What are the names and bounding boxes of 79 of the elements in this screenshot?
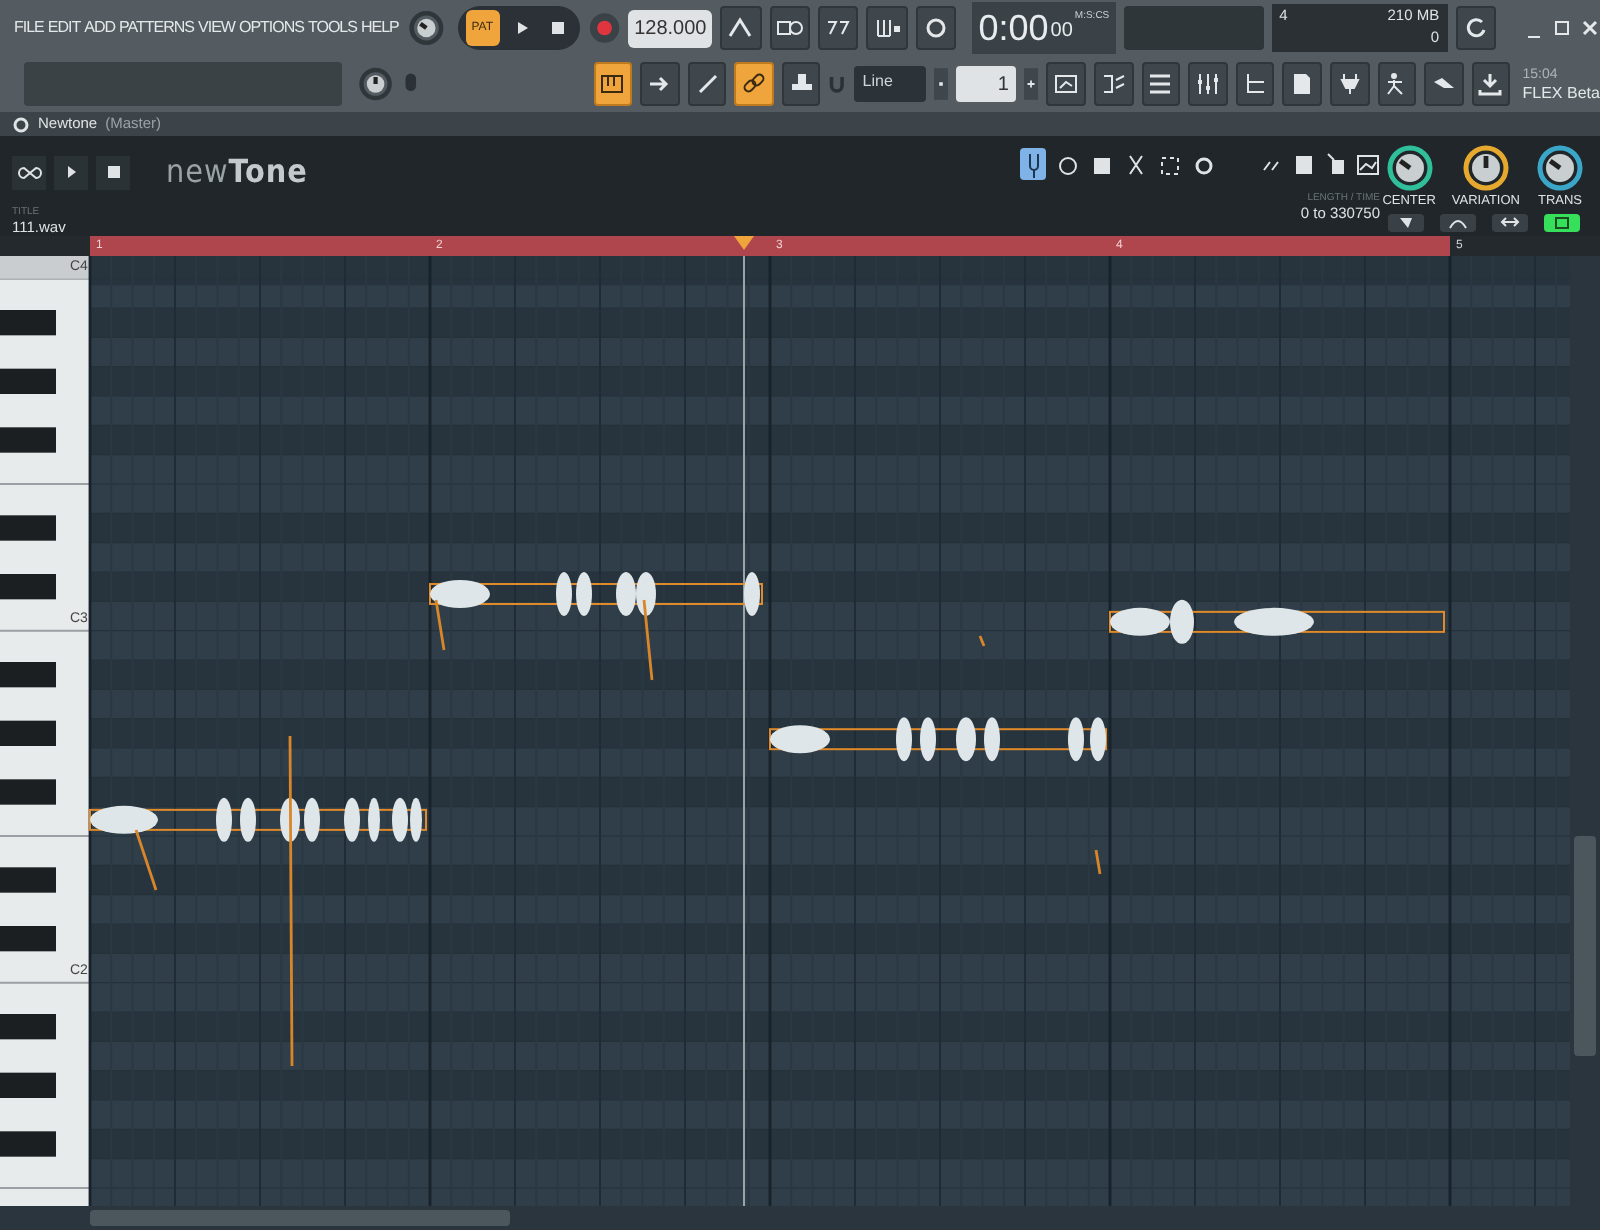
newtone-logo: newTone <box>166 150 308 194</box>
tempo-field[interactable]: 128.000 <box>628 9 713 47</box>
square-icon <box>1551 213 1572 232</box>
toolbar-button[interactable] <box>915 6 957 50</box>
close-icon[interactable] <box>1579 18 1600 38</box>
export-icon[interactable] <box>1324 150 1348 178</box>
keyboard-icon <box>873 14 902 42</box>
vertical-scrollbar[interactable] <box>1570 256 1600 1206</box>
image-icon[interactable] <box>1356 150 1380 178</box>
toolbar-button[interactable] <box>1235 62 1275 106</box>
download-icon <box>1476 70 1505 98</box>
mixer-icon <box>1193 70 1222 98</box>
centiseconds-text: 00 <box>1050 18 1073 46</box>
toolbar-button[interactable] <box>720 6 762 50</box>
toggle-button[interactable] <box>1387 213 1424 232</box>
knob[interactable] <box>1537 145 1583 191</box>
brush-icon <box>693 70 722 98</box>
metronome-icon <box>726 14 755 42</box>
toolbar-button[interactable] <box>1188 62 1228 106</box>
toolbar-button[interactable] <box>1329 62 1370 106</box>
scissors-icon <box>1123 150 1147 178</box>
loop-icon <box>921 14 950 42</box>
toolbar-button[interactable] <box>769 6 810 50</box>
toolbar-button[interactable] <box>1282 62 1322 106</box>
transport-button[interactable] <box>54 155 88 189</box>
note[interactable] <box>89 736 427 1066</box>
channel-rack-icon <box>1146 70 1175 98</box>
toolbar-button[interactable] <box>1141 62 1181 106</box>
double-arrow-icon <box>1499 213 1520 232</box>
menu-item[interactable]: ADD <box>82 16 118 40</box>
menu-item[interactable]: HELP <box>358 16 401 40</box>
refresh-button[interactable] <box>1455 6 1496 50</box>
refresh-icon <box>1461 14 1490 42</box>
shape-icon <box>1395 213 1416 232</box>
step-field[interactable]: 1 <box>956 66 1017 102</box>
toggle-button[interactable] <box>1491 213 1528 232</box>
volume-knob[interactable] <box>408 8 446 48</box>
snap-dropdown[interactable]: Line <box>854 66 927 102</box>
playlist-icon <box>1052 70 1081 98</box>
tool-button[interactable] <box>640 62 680 106</box>
toolbar-button[interactable] <box>1046 62 1087 106</box>
tool-button[interactable] <box>1020 148 1046 180</box>
toolbar-button[interactable] <box>1424 62 1464 106</box>
horizontal-scrollbar[interactable] <box>0 1206 1600 1230</box>
step-up-icon[interactable] <box>1024 66 1039 102</box>
oscilloscope-panel <box>1123 6 1264 50</box>
tool-button[interactable] <box>687 62 727 106</box>
tool-button[interactable] <box>593 62 633 106</box>
toggle-button[interactable] <box>1439 213 1476 232</box>
toolbar-button[interactable] <box>1377 62 1417 106</box>
menu-item[interactable]: PATTERNS <box>117 16 197 40</box>
note[interactable] <box>978 599 1445 647</box>
piano-keyboard[interactable] <box>0 256 91 1206</box>
menu-item[interactable]: TOOLS <box>305 16 359 40</box>
knob[interactable] <box>1463 145 1509 191</box>
plug-icon <box>1335 70 1364 98</box>
toolbar-button[interactable] <box>817 6 859 50</box>
menu-item[interactable]: OPTIONS <box>236 16 306 40</box>
menu-item[interactable]: EDIT <box>45 16 83 40</box>
tool-button[interactable] <box>781 62 821 106</box>
step-down-icon[interactable] <box>934 66 949 102</box>
time-text: 0:00 <box>978 10 1049 46</box>
knob[interactable] <box>1386 145 1432 191</box>
toolbar-button[interactable] <box>1471 62 1511 106</box>
news-text[interactable]: FLEX Beta <box>1522 84 1600 102</box>
transport-button[interactable] <box>96 155 130 189</box>
pitch-knob[interactable] <box>358 64 394 104</box>
save-icon[interactable] <box>1292 150 1316 178</box>
menu-item[interactable]: FILE <box>12 16 46 40</box>
note[interactable] <box>769 717 1107 875</box>
menu-item[interactable]: VIEW <box>196 16 237 40</box>
toolbar-button[interactable] <box>866 6 908 50</box>
link-icon <box>740 70 769 98</box>
note[interactable] <box>429 572 763 681</box>
tool-button[interactable] <box>734 62 774 106</box>
maximize-icon[interactable] <box>1551 18 1572 38</box>
transport-button[interactable] <box>12 155 46 189</box>
toolbar-button[interactable] <box>1094 62 1134 106</box>
toggle-button[interactable] <box>1543 213 1580 232</box>
